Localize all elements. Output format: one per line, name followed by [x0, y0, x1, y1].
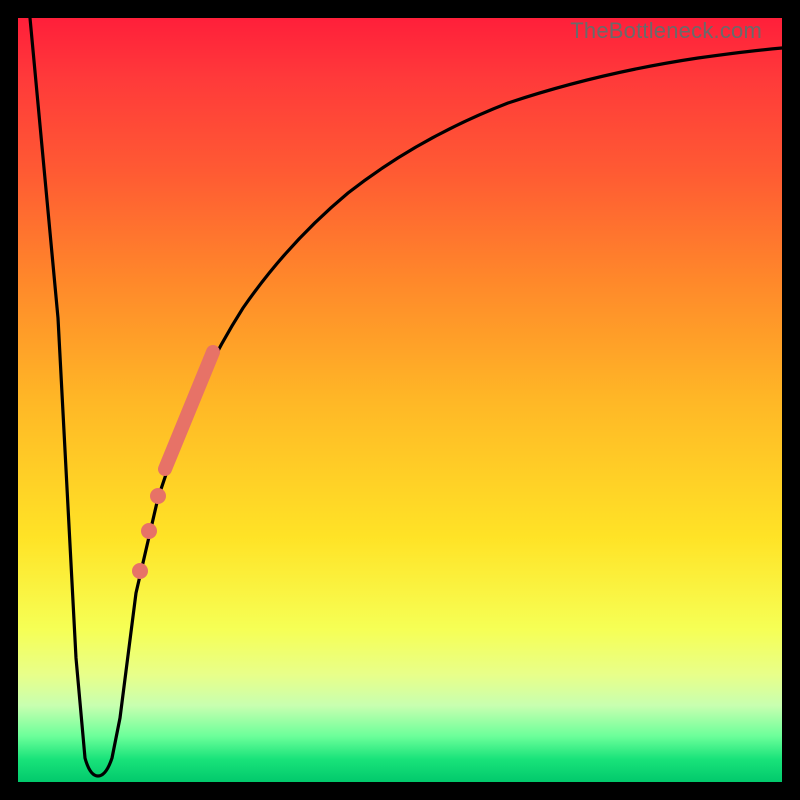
highlight-dot	[132, 563, 148, 579]
chart-svg	[18, 18, 782, 782]
plot-area: TheBottleneck.com	[18, 18, 782, 782]
highlight-dot	[150, 488, 166, 504]
bottleneck-curve	[30, 18, 782, 776]
chart-frame: TheBottleneck.com	[0, 0, 800, 800]
highlight-dot	[141, 523, 157, 539]
highlight-segment	[165, 352, 213, 469]
